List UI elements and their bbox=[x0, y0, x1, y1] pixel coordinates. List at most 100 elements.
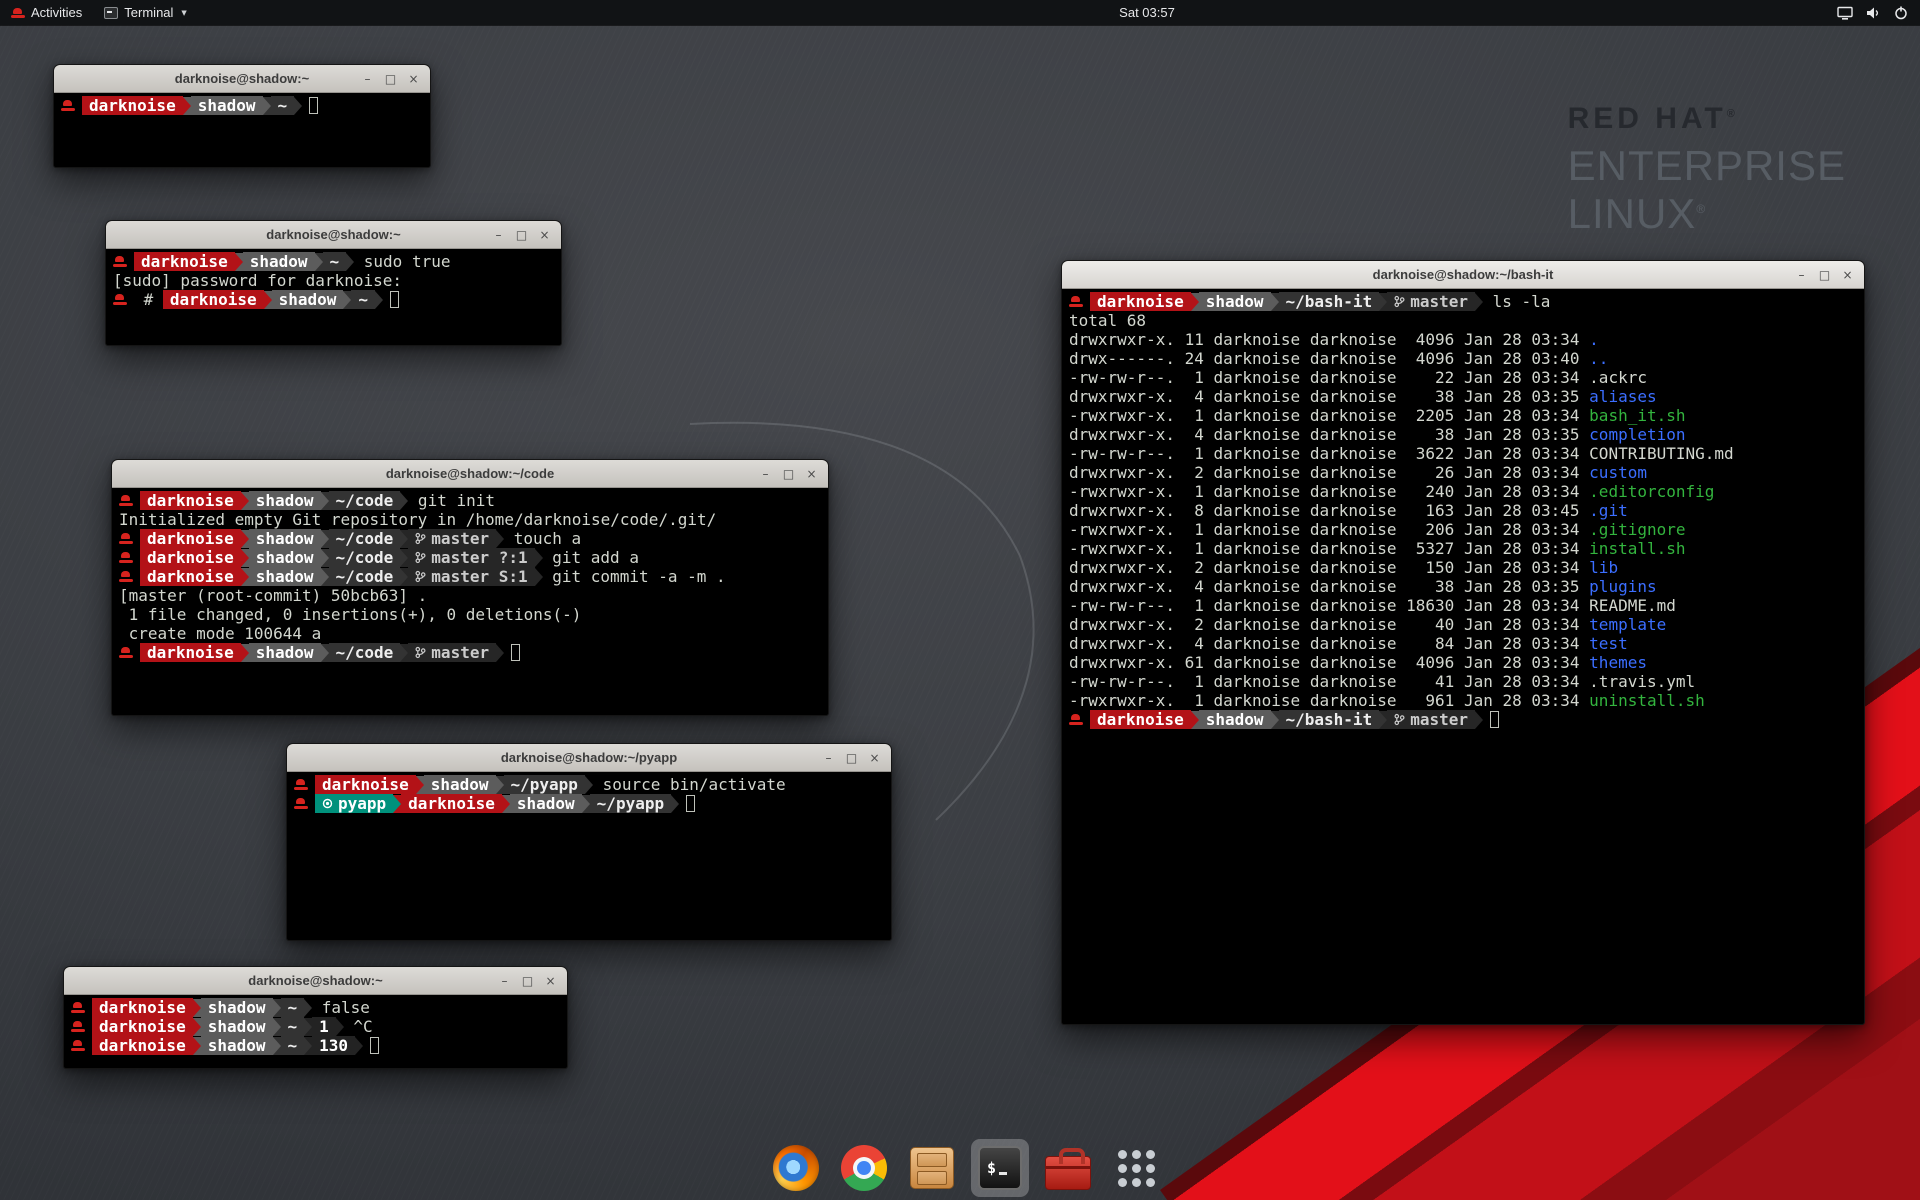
dock-item-app-grid[interactable] bbox=[1107, 1139, 1165, 1197]
close-button[interactable]: × bbox=[801, 463, 822, 484]
terminal-content[interactable]: darknoiseshadow~/bash-itmaster ls -latot… bbox=[1062, 289, 1864, 1024]
activities-button[interactable]: Activities bbox=[0, 0, 93, 25]
maximize-button[interactable]: □ bbox=[1814, 264, 1835, 285]
dock-item-toolbox[interactable] bbox=[1039, 1139, 1097, 1197]
terminal-content[interactable]: darknoiseshadow~/pyapp source bin/activa… bbox=[287, 772, 891, 940]
prompt-segment-red: darknoise bbox=[140, 643, 241, 662]
dock-item-firefox[interactable] bbox=[767, 1139, 825, 1197]
maximize-button[interactable]: □ bbox=[778, 463, 799, 484]
minimize-button[interactable]: – bbox=[494, 970, 515, 991]
maximize-button[interactable]: □ bbox=[841, 747, 862, 768]
close-button[interactable]: × bbox=[403, 68, 424, 89]
close-button[interactable]: × bbox=[1837, 264, 1858, 285]
prompt-segment-git: master bbox=[1387, 292, 1475, 311]
close-button[interactable]: × bbox=[540, 970, 561, 991]
file-meta: drwxrwxr-x. 4 darknoise darknoise 38 Jan… bbox=[1069, 387, 1589, 406]
file-row: drwxrwxr-x. 2 darknoise darknoise 26 Jan… bbox=[1069, 463, 1857, 482]
terminal-content[interactable]: darknoiseshadow~ sudo true[sudo] passwor… bbox=[106, 249, 561, 345]
dock-item-chrome[interactable] bbox=[835, 1139, 893, 1197]
system-status-area[interactable] bbox=[1829, 0, 1916, 25]
minimize-button[interactable]: – bbox=[755, 463, 776, 484]
powerline-separator-icon bbox=[193, 999, 201, 1017]
prompt-segment-gray: shadow bbox=[201, 1017, 273, 1036]
file-name: .travis.yml bbox=[1589, 672, 1695, 691]
git-branch-icon bbox=[415, 646, 426, 659]
prompt-segment-git: master bbox=[408, 529, 496, 548]
window-titlebar[interactable]: darknoise@shadow:~–□× bbox=[54, 65, 430, 93]
app-menu-terminal[interactable]: Terminal ▼ bbox=[93, 0, 198, 25]
powerline-separator-icon bbox=[193, 1018, 201, 1036]
file-row: -rwxrwxr-x. 1 darknoise darknoise 240 Ja… bbox=[1069, 482, 1857, 501]
powerline-separator-icon bbox=[496, 644, 504, 662]
file-name: .ackrc bbox=[1589, 368, 1647, 387]
window-titlebar[interactable]: darknoise@shadow:~/bash-it–□× bbox=[1062, 261, 1864, 289]
prompt-segment-dark: ~ bbox=[271, 96, 295, 115]
windows-layer: darknoise@shadow:~–□× darknoise shadow ~ dar… bbox=[0, 0, 1920, 1200]
minimize-button[interactable]: – bbox=[818, 747, 839, 768]
file-name: test bbox=[1589, 634, 1628, 653]
prompt-segment-teal: pyapp bbox=[315, 794, 393, 813]
chevron-down-icon: ▼ bbox=[181, 9, 186, 17]
maximize-button[interactable]: □ bbox=[517, 970, 538, 991]
file-name: custom bbox=[1589, 463, 1647, 482]
powerline-separator-icon bbox=[241, 568, 249, 586]
terminal-content[interactable]: darknoiseshadow~/code git initInitialize… bbox=[112, 488, 828, 715]
prompt-segment-git: master ?:1 bbox=[408, 548, 534, 567]
app-grid-icon bbox=[1118, 1150, 1155, 1187]
file-meta: -rwxrwxr-x. 1 darknoise darknoise 2205 J… bbox=[1069, 406, 1589, 425]
prompt-segment-gray: shadow bbox=[272, 290, 344, 309]
redhat-prompt-icon bbox=[119, 494, 134, 507]
prompt-segment-dark: ~/code bbox=[329, 491, 401, 510]
dock-item-terminal[interactable]: $ bbox=[971, 1139, 1029, 1197]
window-titlebar[interactable]: darknoise@shadow:~–□× bbox=[106, 221, 561, 249]
redhat-logo-icon bbox=[11, 7, 25, 19]
terminal-window: darknoise@shadow:~–□×darknoiseshadow~ fa… bbox=[63, 966, 568, 1069]
terminal-icon: $ bbox=[978, 1146, 1022, 1190]
window-titlebar[interactable]: darknoise@shadow:~–□× bbox=[64, 967, 567, 995]
file-row: drwxrwxr-x. 4 darknoise darknoise 38 Jan… bbox=[1069, 577, 1857, 596]
prompt-segment-git: master bbox=[1387, 710, 1475, 729]
powerline-separator-icon bbox=[585, 776, 593, 794]
prompt-line: darknoiseshadow~/codemaster bbox=[119, 643, 821, 662]
file-name: .. bbox=[1589, 349, 1608, 368]
terminal-content[interactable]: darknoiseshadow~ falsedarknoiseshadow~1 … bbox=[64, 995, 567, 1068]
file-meta: -rw-rw-r--. 1 darknoise darknoise 41 Jan… bbox=[1069, 672, 1589, 691]
terminal-content[interactable]: darknoiseshadow~ bbox=[54, 93, 430, 167]
prompt-segment-dark: ~/bash-it bbox=[1279, 710, 1380, 729]
file-row: drwxrwxr-x. 11 darknoise darknoise 4096 … bbox=[1069, 330, 1857, 349]
prompt-segment-gray: shadow bbox=[243, 252, 315, 271]
terminal-window: darknoise@shadow:~/bash-it–□×darknoisesh… bbox=[1061, 260, 1865, 1025]
minimize-button[interactable]: – bbox=[488, 224, 509, 245]
file-meta: -rwxrwxr-x. 1 darknoise darknoise 240 Ja… bbox=[1069, 482, 1589, 501]
prompt-segment-dark: ~/code bbox=[329, 643, 401, 662]
power-icon bbox=[1894, 6, 1908, 20]
maximize-button[interactable]: □ bbox=[511, 224, 532, 245]
close-button[interactable]: × bbox=[534, 224, 555, 245]
window-titlebar[interactable]: darknoise@shadow:~/pyapp–□× bbox=[287, 744, 891, 772]
window-titlebar[interactable]: darknoise@shadow:~/code–□× bbox=[112, 460, 828, 488]
file-row: drwx------. 24 darknoise darknoise 4096 … bbox=[1069, 349, 1857, 368]
powerline-separator-icon bbox=[183, 97, 191, 115]
file-meta: -rw-rw-r--. 1 darknoise darknoise 22 Jan… bbox=[1069, 368, 1589, 387]
minimize-button[interactable]: – bbox=[1791, 264, 1812, 285]
file-meta: drwxrwxr-x. 61 darknoise darknoise 4096 … bbox=[1069, 653, 1589, 672]
file-name: lib bbox=[1589, 558, 1618, 577]
prompt-segment-red: darknoise bbox=[1090, 292, 1191, 311]
prompt-segment-dark: ~/code bbox=[329, 567, 401, 586]
clock[interactable]: Sat 03:57 bbox=[1119, 0, 1175, 25]
powerline-separator-icon bbox=[321, 549, 329, 567]
output-text: [sudo] password for darknoise: bbox=[113, 271, 402, 290]
close-button[interactable]: × bbox=[864, 747, 885, 768]
dock-item-files[interactable] bbox=[903, 1139, 961, 1197]
file-row: drwxrwxr-x. 4 darknoise darknoise 38 Jan… bbox=[1069, 425, 1857, 444]
redhat-prompt-icon bbox=[71, 1039, 86, 1052]
output-line: [sudo] password for darknoise: bbox=[113, 271, 554, 290]
output-text: Initialized empty Git repository in /hom… bbox=[119, 510, 716, 529]
powerline-separator-icon bbox=[321, 644, 329, 662]
prompt-line: # darknoiseshadow~ bbox=[113, 290, 554, 309]
powerline-separator-icon bbox=[1475, 711, 1483, 729]
minimize-button[interactable]: – bbox=[357, 68, 378, 89]
prompt-line: pyappdarknoiseshadow~/pyapp bbox=[294, 794, 884, 813]
prompt-segment-gray: shadow bbox=[191, 96, 263, 115]
maximize-button[interactable]: □ bbox=[380, 68, 401, 89]
